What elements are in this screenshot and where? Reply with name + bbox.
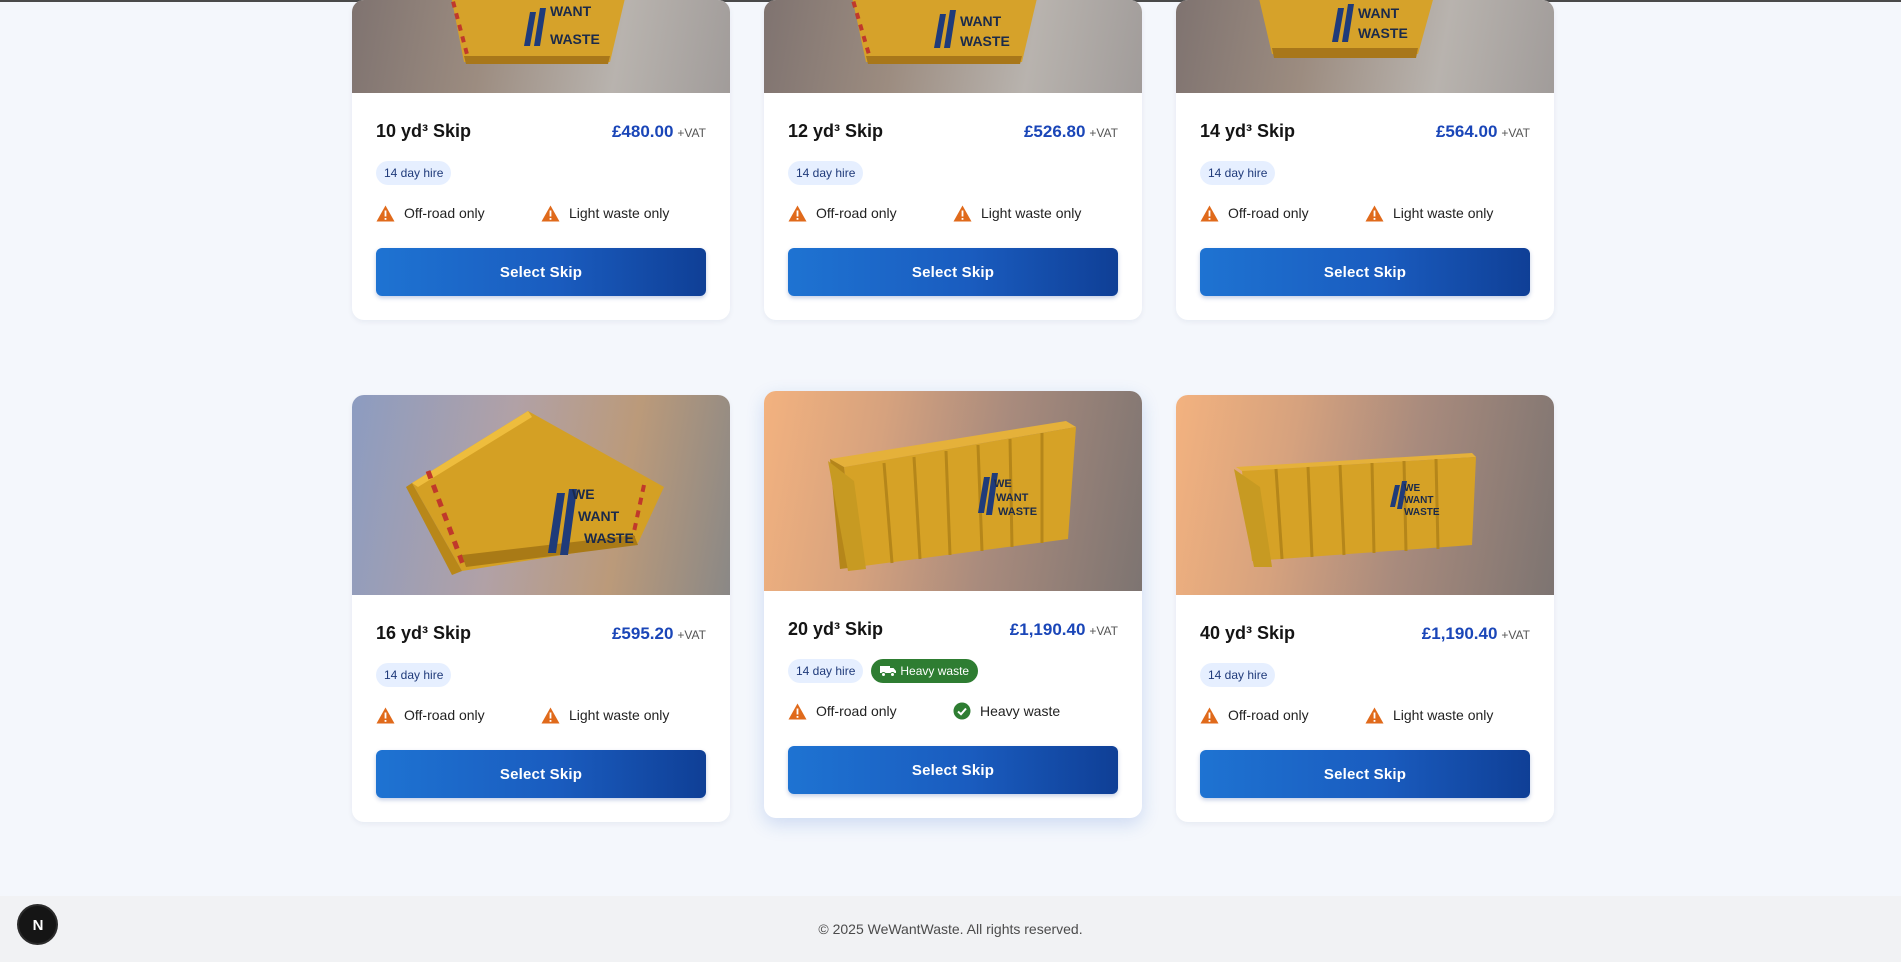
skip-logo: WANT [550,3,592,19]
hire-period-badge: 14 day hire [1200,663,1276,687]
skip-card-10: WANT WASTE 10 yd³ Skip £480.00 +VAT 14 da… [352,0,730,320]
skip-card-16: WE WANT WASTE 16 yd³ Skip £595.20 +VAT 14… [352,395,730,822]
skip-image: WE WANT WASTE [764,391,1142,591]
feature-waste-type: Light waste only [541,707,706,724]
skip-price: £1,190.40 +VAT [1421,624,1530,643]
feature-offroad: Off-road only [788,703,953,720]
warning-icon [788,703,807,719]
page-footer: © 2025 WeWantWaste. All rights reserved. [0,896,1901,962]
skip-logo: WASTE [550,31,600,47]
skip-logo: WASTE [960,33,1010,49]
skip-logo: WE [1404,483,1420,494]
feature-offroad: Off-road only [788,205,953,222]
skip-card-40: WE WANT WASTE 40 yd³ Skip £1,190.40 +VAT … [1176,395,1554,822]
dev-tools-badge[interactable]: N [19,906,56,943]
feature-offroad: Off-road only [1200,707,1365,724]
skip-price: £526.80 +VAT [1023,122,1118,141]
warning-icon [1200,205,1219,221]
select-skip-button[interactable]: Select Skip [788,248,1118,296]
skip-logo: WASTE [1404,507,1440,518]
check-circle-icon [953,702,971,720]
skip-title: 12 yd³ Skip [788,121,884,141]
feature-offroad: Off-road only [376,205,541,222]
copyright-text: © 2025 WeWantWaste. All rights reserved. [818,921,1083,937]
skip-logo: WANT [996,492,1029,504]
skip-title: 20 yd³ Skip [788,619,884,639]
hire-period-badge: 14 day hire [376,663,452,687]
warning-icon [788,205,807,221]
skip-price: £595.20 +VAT [611,624,706,643]
select-skip-button[interactable]: Select Skip [376,750,706,798]
select-skip-button[interactable]: Select Skip [376,248,706,296]
warning-icon [541,707,560,723]
skip-title: 10 yd³ Skip [376,121,472,141]
select-skip-button[interactable]: Select Skip [1200,750,1530,798]
skip-title: 16 yd³ Skip [376,623,472,643]
warning-icon [1365,205,1384,221]
feature-offroad: Off-road only [376,707,541,724]
hire-period-badge: 14 day hire [788,161,864,185]
skip-logo: WANT [1358,5,1400,21]
skip-image: WANT WASTE [764,0,1142,93]
skip-logo: WASTE [584,530,634,546]
feature-offroad: Off-road only [1200,205,1365,222]
warning-icon [541,205,560,221]
feature-waste-type: Light waste only [541,205,706,222]
skip-logo: WANT [578,508,620,524]
heavy-waste-badge: Heavy waste [871,659,979,683]
warning-icon [1365,707,1384,723]
skip-image: WANT WASTE [352,0,730,93]
select-skip-button[interactable]: Select Skip [788,746,1118,794]
skip-title: 40 yd³ Skip [1200,623,1296,643]
truck-icon [880,666,897,677]
hire-period-badge: 14 day hire [1200,161,1276,185]
skip-logo: WANT [1404,495,1433,506]
skip-image: WE WANT WASTE [352,395,730,595]
skip-image: WANT WASTE [1176,0,1554,93]
skip-price: £480.00 +VAT [611,122,706,141]
skip-card-12: WANT WASTE 12 yd³ Skip £526.80 +VAT 14 da… [764,0,1142,320]
warning-icon [1200,707,1219,723]
skip-price: £1,190.40 +VAT [1009,620,1118,639]
warning-icon [953,205,972,221]
warning-icon [376,205,395,221]
skip-price: £564.00 +VAT [1435,122,1530,141]
skip-logo: WANT [960,13,1002,29]
svg-text:N: N [32,917,43,934]
skip-card-14: WANT WASTE 14 yd³ Skip £564.00 +VAT 14 da… [1176,0,1554,320]
feature-waste-type: Light waste only [1365,707,1530,724]
select-skip-button[interactable]: Select Skip [1200,248,1530,296]
skip-title: 14 yd³ Skip [1200,121,1296,141]
feature-waste-type: Light waste only [953,205,1118,222]
skip-logo: WASTE [1358,25,1408,41]
skip-card-20: WE WANT WASTE 20 yd³ Skip £1,190.40 +VAT … [764,391,1142,818]
warning-icon [376,707,395,723]
skip-logo: WE [994,478,1012,490]
hire-period-badge: 14 day hire [788,659,864,683]
feature-waste-type: Heavy waste [953,702,1118,720]
skip-logo: WE [572,486,595,502]
skip-image: WE WANT WASTE [1176,395,1554,595]
n-logo-icon: N [32,917,43,934]
hire-period-badge: 14 day hire [376,161,452,185]
feature-waste-type: Light waste only [1365,205,1530,222]
skip-logo: WASTE [998,506,1037,518]
